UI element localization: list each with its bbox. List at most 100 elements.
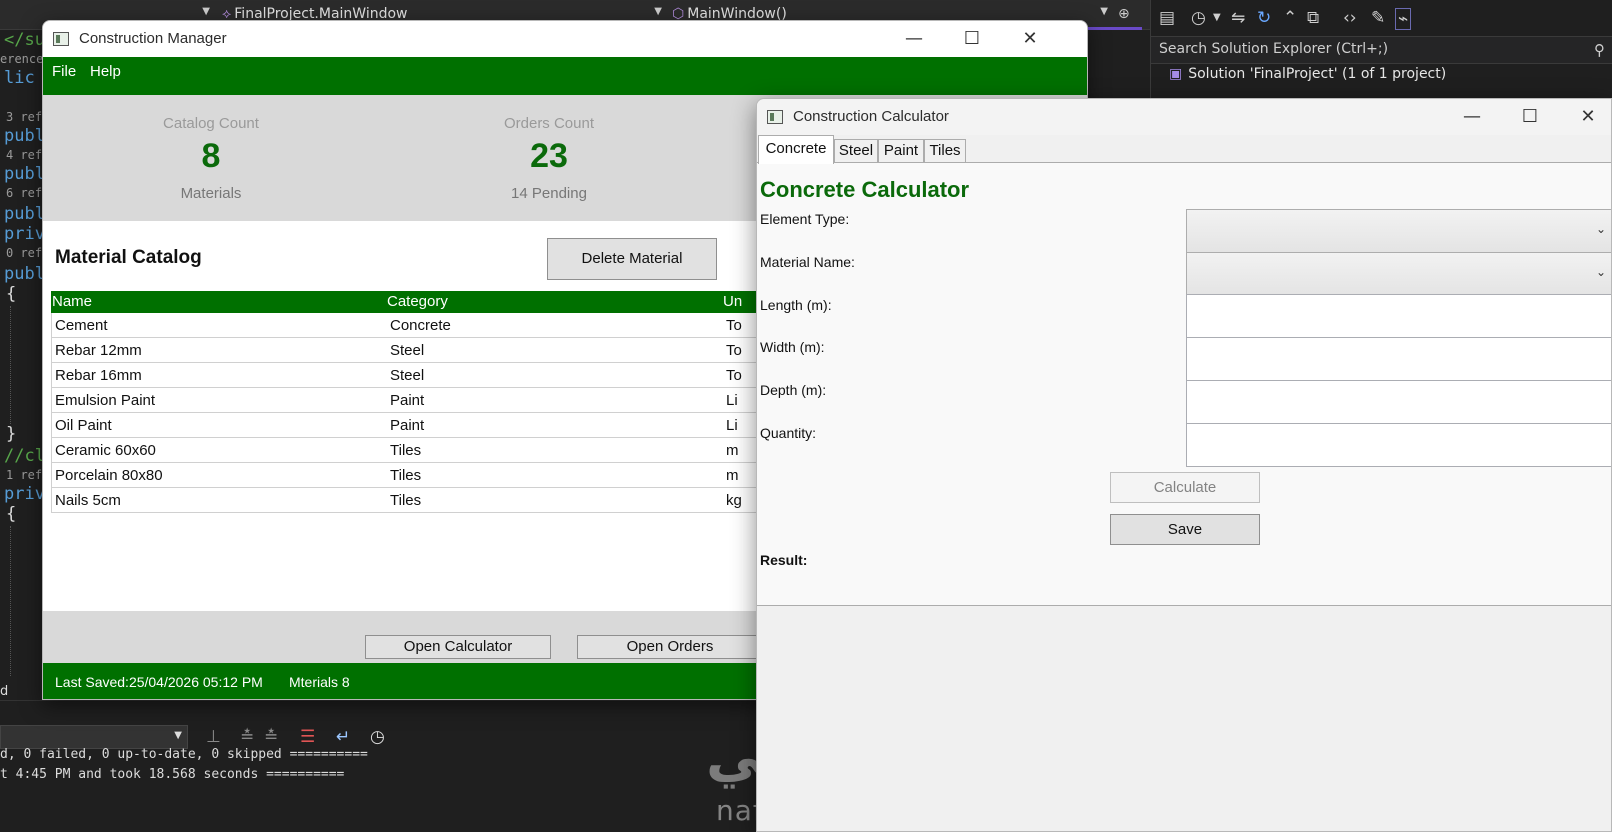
solution-item-label: Solution 'FinalProject' (1 of 1 project) — [1188, 66, 1447, 82]
code-lens: 4 refe — [6, 148, 44, 162]
code-line: { — [6, 284, 17, 304]
cell-name: Cement — [55, 317, 108, 334]
element-type-label: Element Type: — [760, 211, 850, 227]
indent-guide — [10, 526, 11, 676]
save-button[interactable]: Save — [1110, 514, 1260, 545]
code-line: </su — [4, 30, 44, 50]
sync-icon[interactable]: ⇋ — [1231, 8, 1245, 28]
code-line: priv — [4, 484, 44, 504]
code-view-icon[interactable]: ‹› — [1343, 8, 1357, 28]
tab-paint[interactable]: Paint — [878, 139, 924, 163]
history-icon[interactable]: ◷ — [1191, 8, 1206, 28]
concrete-tab-panel: Concrete Calculator Element Type: ⌄ Mate… — [757, 162, 1611, 606]
code-editor[interactable]: </su erences lic p 3 refe publ 4 refe pu… — [0, 30, 44, 700]
cell-name: Nails 5cm — [55, 492, 121, 509]
column-header-unit[interactable]: Un — [723, 293, 742, 310]
output-line: t 4:45 PM and took 18.568 seconds ======… — [0, 767, 345, 782]
element-type-select[interactable]: ⌄ — [1186, 209, 1611, 253]
orders-count-value: 23 — [530, 137, 568, 175]
tab-steel[interactable]: Steel — [834, 139, 878, 163]
code-line: publ — [4, 164, 44, 184]
code-lens: 0 refe — [6, 246, 44, 260]
split-icon[interactable]: ⊕ — [1118, 6, 1138, 26]
code-lens: 3 refe — [6, 110, 44, 124]
minimize-button[interactable]: — — [899, 27, 929, 51]
chevron-down-icon[interactable]: ▼ — [1213, 12, 1221, 23]
menu-file[interactable]: File — [52, 63, 76, 80]
width-label: Width (m): — [760, 339, 825, 355]
column-header-name[interactable]: Name — [52, 293, 92, 310]
cell-category: Tiles — [390, 442, 422, 459]
code-line: publ — [4, 204, 44, 224]
chevron-down-icon: ▼ — [654, 6, 662, 17]
cell-unit: To — [726, 367, 742, 384]
menu-bar: File Help — [43, 57, 1087, 95]
cell-unit: To — [726, 317, 742, 334]
tab-concrete[interactable]: Concrete — [758, 135, 834, 164]
cell-unit: m — [726, 467, 739, 484]
window-title: Construction Calculator — [793, 108, 949, 125]
open-orders-button[interactable]: Open Orders — [577, 635, 763, 659]
cell-category: Paint — [390, 392, 425, 409]
close-button[interactable]: ✕ — [1015, 27, 1045, 51]
find-icon[interactable]: ⊥ — [206, 727, 221, 747]
chevron-down-icon: ⌄ — [1595, 265, 1606, 279]
preview-icon[interactable]: ⌁ — [1395, 8, 1412, 30]
output-source-select[interactable]: ▼ — [0, 725, 188, 749]
quantity-input[interactable] — [1186, 423, 1611, 467]
open-calculator-button[interactable]: Open Calculator — [365, 635, 551, 659]
catalog-title: Material Catalog — [55, 247, 202, 268]
solution-icon: ▣ — [1169, 66, 1183, 82]
show-all-files-icon[interactable]: ⧉ — [1307, 8, 1319, 28]
cell-name: Rebar 12mm — [55, 342, 142, 359]
window-title-bar[interactable]: Construction Calculator — ☐ ✕ — [757, 99, 1611, 135]
delete-material-button[interactable]: Delete Material — [547, 238, 717, 280]
cell-category: Tiles — [390, 467, 422, 484]
tab-tiles[interactable]: Tiles — [924, 139, 966, 163]
next-message-icon[interactable]: ≛ — [264, 727, 278, 747]
clock-icon[interactable]: ◷ — [370, 727, 385, 747]
width-input[interactable] — [1186, 337, 1611, 381]
code-line: lic p — [4, 68, 44, 88]
window-title: Construction Manager — [79, 30, 227, 47]
clear-all-icon[interactable]: ☰ — [300, 727, 315, 747]
length-label: Length (m): — [760, 297, 832, 313]
output-line: d, 0 failed, 0 up-to-date, 0 skipped ===… — [0, 747, 368, 762]
close-button[interactable]: ✕ — [1573, 105, 1603, 129]
column-header-category[interactable]: Category — [387, 293, 448, 310]
result-label: Result: — [760, 552, 808, 568]
properties-icon[interactable]: ✎ — [1371, 8, 1385, 28]
maximize-button[interactable]: ☐ — [957, 27, 987, 51]
code-line: priv — [4, 224, 44, 244]
cell-unit: kg — [726, 492, 742, 509]
maximize-button[interactable]: ☐ — [1515, 105, 1545, 129]
cell-unit: Li — [726, 392, 738, 409]
minimize-button[interactable]: — — [1457, 105, 1487, 129]
app-icon — [767, 110, 783, 124]
prev-message-icon[interactable]: ≛ — [240, 727, 254, 747]
orders-count-label: Orders Count — [503, 115, 595, 132]
depth-input[interactable] — [1186, 380, 1611, 424]
collapse-all-icon[interactable]: ⌃ — [1283, 8, 1297, 28]
solution-search-input[interactable]: Search Solution Explorer (Ctrl+;) ⚲ — [1151, 36, 1612, 64]
chevron-down-icon: ▼ — [1100, 6, 1108, 17]
material-name-select[interactable]: ⌄ — [1186, 252, 1611, 296]
search-icon: ⚲ — [1594, 41, 1605, 59]
word-wrap-icon[interactable]: ↵ — [336, 727, 350, 747]
menu-help[interactable]: Help — [90, 63, 121, 80]
calculate-button[interactable]: Calculate — [1110, 472, 1260, 503]
switch-views-icon[interactable]: ▤ — [1159, 8, 1175, 28]
cell-name: Rebar 16mm — [55, 367, 142, 384]
cell-category: Paint — [390, 417, 425, 434]
cell-category: Concrete — [390, 317, 451, 334]
length-input[interactable] — [1186, 294, 1611, 338]
cell-name: Porcelain 80x80 — [55, 467, 163, 484]
code-line: publ — [4, 126, 44, 146]
catalog-count-sub: Materials — [180, 185, 242, 202]
window-title-bar[interactable]: Construction Manager — ☐ ✕ — [43, 21, 1087, 57]
refresh-icon[interactable]: ↻ — [1257, 8, 1271, 28]
cell-category: Steel — [390, 367, 425, 384]
cell-unit: Li — [726, 417, 738, 434]
solution-tree-item[interactable]: ▣ Solution 'FinalProject' (1 of 1 project… — [1169, 66, 1446, 82]
editor-status-text: d — [0, 684, 9, 699]
